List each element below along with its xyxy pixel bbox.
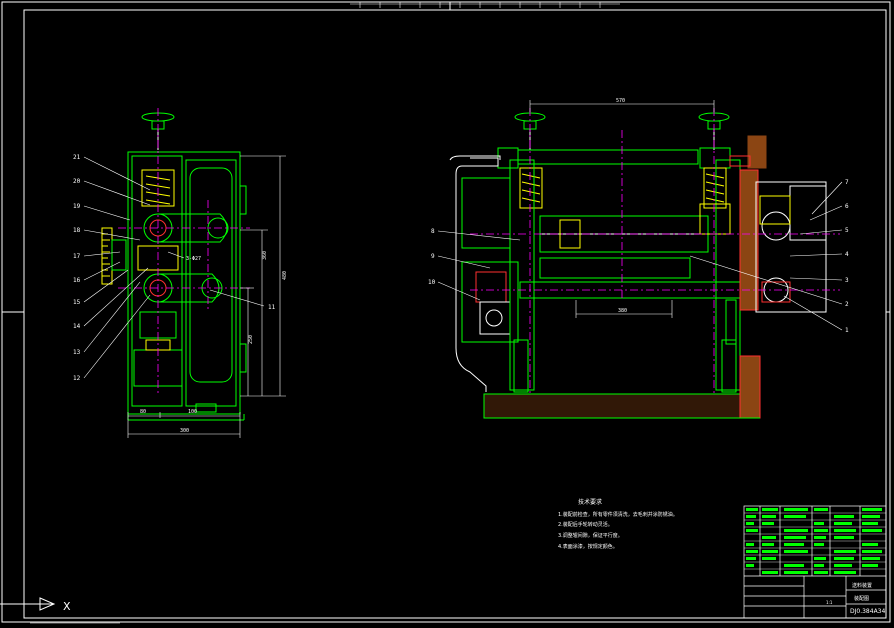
tech-requirement-line: 1.装配前检查，所有零件须清洗，去毛刺并涂防锈油。 <box>558 511 678 518</box>
parts-list-entry <box>762 557 776 560</box>
part-number: 1 <box>845 327 849 334</box>
parts-list-entry <box>746 515 756 518</box>
top-ruler <box>350 2 620 8</box>
parts-list-entry <box>834 550 856 553</box>
parts-list-entry <box>784 515 806 518</box>
part-number: 8 <box>431 228 435 235</box>
parts-list-entry <box>784 508 808 511</box>
part-number: 10 <box>428 279 436 286</box>
side-view <box>101 112 247 421</box>
parts-list-entry <box>862 522 878 525</box>
cad-drawing-canvas: 21 20 19 18 17 16 15 14 13 12 11 80 100 … <box>0 1 891 624</box>
drawing-type: 装配图 <box>854 595 869 602</box>
part-number: 19 <box>73 203 81 210</box>
parts-list-entry <box>746 529 758 532</box>
parts-list-entry <box>862 508 882 511</box>
part-number: 4 <box>845 251 849 258</box>
dimension-text: 480 <box>282 271 288 280</box>
ucs-icon <box>0 597 120 624</box>
parts-list-entry <box>862 515 880 518</box>
part-number: 5 <box>845 227 849 234</box>
part-number: 17 <box>73 253 81 260</box>
part-number: 9 <box>431 253 435 260</box>
part-number: 11 <box>268 304 276 311</box>
part-number: 20 <box>73 178 81 185</box>
part-number: 16 <box>73 277 81 284</box>
parts-list-entry <box>762 543 774 546</box>
parts-list-entry <box>834 557 854 560</box>
parts-list-entry <box>762 550 778 553</box>
parts-list-entry <box>746 550 758 553</box>
parts-list-entry <box>814 522 824 525</box>
parts-list-entry <box>862 543 878 546</box>
parts-list-entry <box>834 522 852 525</box>
parts-list-entry <box>762 571 778 574</box>
dimension-text: 360 <box>262 251 268 260</box>
part-number: 18 <box>73 227 81 234</box>
parts-list-entry <box>814 536 826 539</box>
scale-text: 1:1 <box>826 600 833 605</box>
parts-list-entry <box>834 536 854 539</box>
dimension-text: 100 <box>188 409 197 415</box>
parts-list-entry <box>746 564 754 567</box>
parts-list-entry <box>762 508 778 511</box>
parts-list-entry <box>746 522 754 525</box>
dimension-text: 570 <box>616 98 625 104</box>
parts-list-entry <box>784 550 808 553</box>
dimension-text: 380 <box>618 308 627 314</box>
parts-list-entry <box>834 515 854 518</box>
part-number: 6 <box>845 203 849 210</box>
parts-list-entry <box>784 529 808 532</box>
parts-list-entry <box>784 536 806 539</box>
parts-list-entry <box>814 508 828 511</box>
part-number: 13 <box>73 349 81 356</box>
dimension-text: 3-Φ27 <box>186 256 201 262</box>
parts-list-entry <box>784 571 808 574</box>
parts-list-entry <box>814 529 828 532</box>
parts-list-entry <box>762 515 776 518</box>
dimension-text: 80 <box>140 409 146 415</box>
technical-requirements: 技术要求 1.装配前检查，所有零件须清洗，去毛刺并涂防锈油。 2.装配后手轮转动… <box>558 498 678 550</box>
parts-list-entry <box>862 529 882 532</box>
parts-list-entry <box>814 543 824 546</box>
part-number: 21 <box>73 154 81 161</box>
part-number: 2 <box>845 301 849 308</box>
part-number: 7 <box>845 179 849 186</box>
parts-list-entry <box>834 564 852 567</box>
parts-list-entry <box>784 564 804 567</box>
parts-list-entry <box>746 557 756 560</box>
parts-list-entry <box>862 557 880 560</box>
parts-list-entry <box>762 522 774 525</box>
front-view-leaders <box>437 181 843 331</box>
parts-list-entry <box>814 564 824 567</box>
parts-list-entry <box>862 564 878 567</box>
parts-list-entry <box>814 557 826 560</box>
front-view <box>449 112 827 419</box>
tech-requirement-line: 2.装配后手轮转动灵活。 <box>558 521 613 528</box>
part-number: 12 <box>73 375 81 382</box>
parts-list-entry <box>784 543 804 546</box>
parts-list-entry <box>814 571 828 574</box>
title-block-text: 送料装置 装配图 DJ0.384A34 1:1 <box>826 582 885 615</box>
tech-requirements-title: 技术要求 <box>578 498 602 506</box>
parts-list-entry <box>834 529 856 532</box>
parts-list-rows <box>744 512 886 570</box>
ucs-x-label: X <box>63 600 71 613</box>
drawing-name: 送料装置 <box>852 582 872 589</box>
dimension-text: 250 <box>248 335 254 344</box>
tech-requirement-line: 4.表面涂漆，按规定颜色。 <box>558 543 618 550</box>
parts-list-entry <box>834 571 856 574</box>
tech-requirement-line: 3.调整辊间隙，保证平行度。 <box>558 532 623 539</box>
parts-list-entry <box>862 550 882 553</box>
part-number: 14 <box>73 323 81 330</box>
parts-list-entry <box>746 543 754 546</box>
parts-list-entry <box>762 536 776 539</box>
part-number: 3 <box>845 277 849 284</box>
dimension-text: 300 <box>180 428 189 434</box>
drawing-code: DJ0.384A34 <box>850 608 885 615</box>
part-number: 15 <box>73 299 81 306</box>
parts-list-entry <box>746 508 758 511</box>
